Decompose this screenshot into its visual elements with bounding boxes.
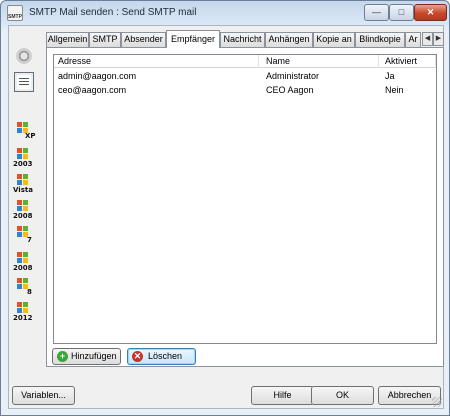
cell-name: Administrator	[266, 71, 320, 81]
minimize-button[interactable]: —	[364, 4, 389, 21]
dialog-client-area: XP 2003 Vista 2008 7 2008 8 2012 Allgeme…	[8, 25, 444, 409]
os-item-win2003[interactable]: 2003	[13, 148, 41, 172]
delete-button[interactable]: ✕ Löschen	[127, 348, 196, 365]
tab-scroll-right-icon[interactable]: ▶	[433, 32, 444, 46]
tab-scroll-left-icon[interactable]: ◀	[422, 32, 433, 46]
table-row[interactable]: ceo@aagon.com CEO Aagon Nein	[54, 84, 436, 97]
os-label: 7	[27, 236, 32, 244]
recipients-list[interactable]: Adresse Name Aktiviert admin@aagon.com A…	[53, 54, 437, 344]
add-button[interactable]: + Hinzufügen	[52, 348, 121, 365]
os-item-winvista[interactable]: Vista	[13, 174, 41, 198]
tab-kopie-an[interactable]: Kopie an	[313, 32, 355, 47]
os-item-winxp[interactable]: XP	[13, 122, 41, 146]
os-icon-bar: XP 2003 Vista 2008 7 2008 8 2012	[11, 30, 41, 330]
os-label: 8	[27, 288, 32, 296]
os-item-win8[interactable]: 8	[13, 278, 41, 302]
document-icon[interactable]	[14, 72, 34, 92]
title-bar[interactable]: SMTP SMTP Mail senden : Send SMTP mail —…	[1, 1, 449, 25]
tab-empfaenger[interactable]: Empfänger	[166, 30, 220, 48]
tab-allgemein[interactable]: Allgemein	[46, 32, 89, 47]
ok-button[interactable]: OK	[311, 386, 374, 405]
os-label: 2008	[13, 212, 33, 220]
tab-overflow[interactable]: Ar	[405, 32, 421, 47]
os-label: XP	[25, 132, 36, 140]
delete-button-label: Löschen	[148, 351, 183, 361]
tab-smtp[interactable]: SMTP	[89, 32, 121, 47]
windows-logo-icon	[17, 200, 29, 212]
os-label: Vista	[13, 186, 33, 194]
tab-anhaengen[interactable]: Anhängen	[265, 32, 313, 47]
cell-name: CEO Aagon	[266, 85, 314, 95]
os-label: 2003	[13, 160, 33, 168]
cell-enabled: Nein	[385, 85, 404, 95]
table-row[interactable]: admin@aagon.com Administrator Ja	[54, 70, 436, 83]
smtp-app-icon: SMTP	[7, 5, 23, 21]
cell-address: admin@aagon.com	[58, 71, 137, 81]
close-button[interactable]: ✕	[414, 4, 447, 21]
windows-logo-icon	[17, 148, 29, 160]
tab-blindkopie[interactable]: Blindkopie	[355, 32, 405, 47]
help-button[interactable]: Hilfe	[251, 386, 314, 405]
windows-logo-icon	[17, 174, 29, 186]
column-header-enabled[interactable]: Aktiviert	[381, 55, 436, 68]
windows-logo-icon	[17, 302, 29, 314]
recipients-panel: Adresse Name Aktiviert admin@aagon.com A…	[46, 47, 444, 367]
disc-icon[interactable]	[16, 48, 32, 64]
os-item-win2008r2[interactable]: 2008	[13, 252, 41, 276]
variables-button[interactable]: Variablen...	[12, 386, 75, 405]
os-item-win2008[interactable]: 2008	[13, 200, 41, 224]
os-item-win7[interactable]: 7	[13, 226, 41, 250]
add-icon: +	[57, 351, 68, 362]
os-item-win2012[interactable]: 2012	[13, 302, 41, 326]
column-header-address[interactable]: Adresse	[54, 55, 259, 68]
column-header-name[interactable]: Name	[262, 55, 379, 68]
tab-absender[interactable]: Absender	[121, 32, 166, 47]
cell-address: ceo@aagon.com	[58, 85, 127, 95]
window-title: SMTP Mail senden : Send SMTP mail	[29, 7, 197, 18]
resize-grip[interactable]	[432, 397, 442, 407]
list-header: Adresse Name Aktiviert	[54, 55, 436, 68]
add-button-label: Hinzufügen	[71, 351, 117, 361]
tab-strip: Allgemein SMTP Absender Empfänger Nachri…	[46, 30, 444, 48]
maximize-button[interactable]: □	[389, 4, 414, 21]
dialog-window: SMTP SMTP Mail senden : Send SMTP mail —…	[0, 0, 450, 416]
os-label: 2012	[13, 314, 33, 322]
tab-nachricht[interactable]: Nachricht	[220, 32, 265, 47]
os-label: 2008	[13, 264, 33, 272]
delete-icon: ✕	[132, 351, 143, 362]
cell-enabled: Ja	[385, 71, 395, 81]
windows-logo-icon	[17, 252, 29, 264]
